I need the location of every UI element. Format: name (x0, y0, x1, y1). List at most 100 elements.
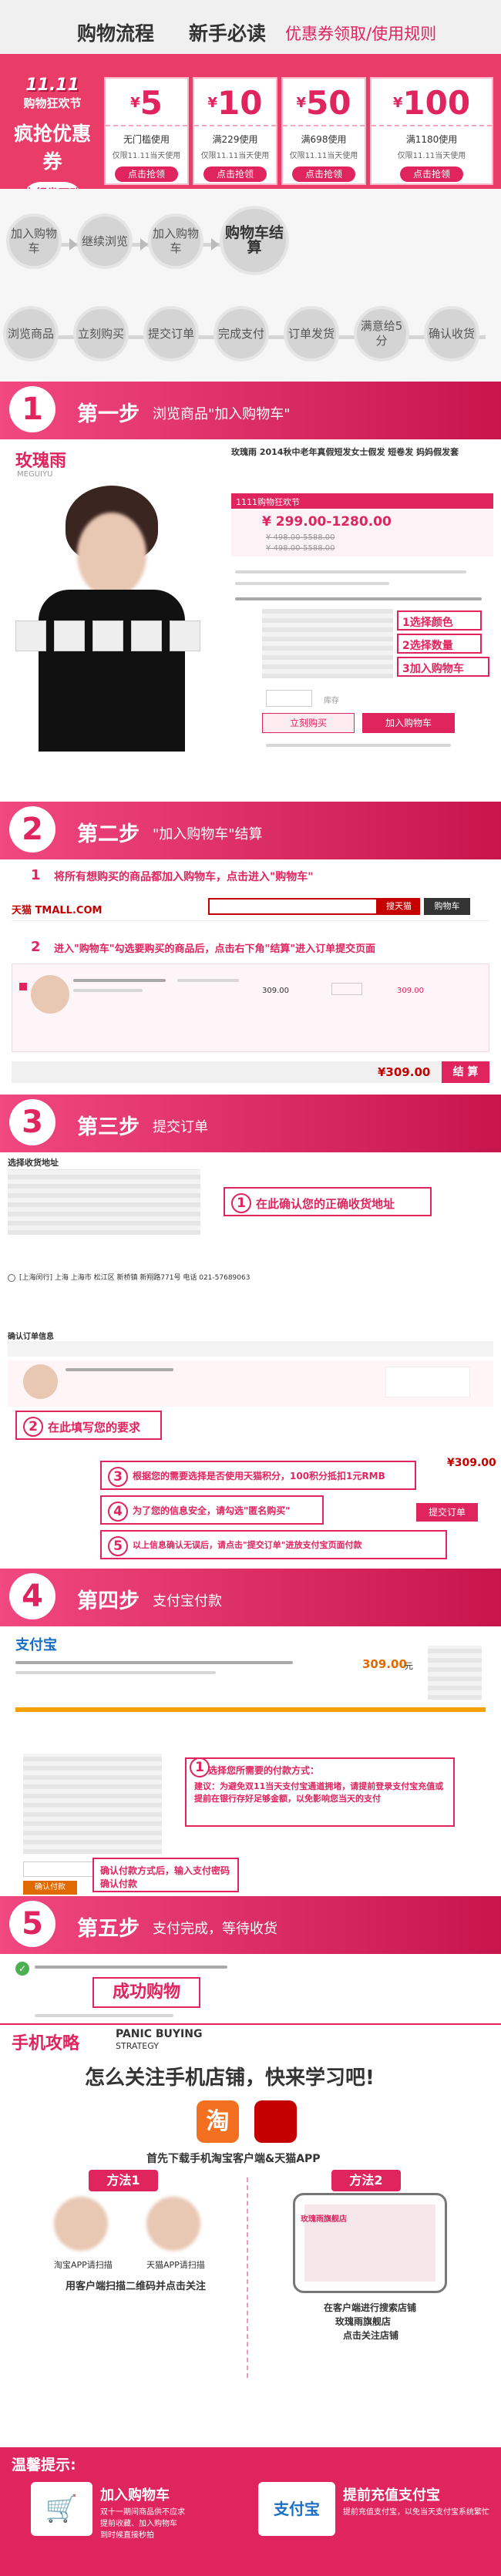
step2-cart-page: 1 将所有想购买的商品都加入购物车，点击进入"购物车" 天猫 TMALL.COM… (0, 859, 501, 1095)
coupon-100: ¥100 满1180使用 仅限11.11当天使用 点击抢领 (370, 77, 493, 185)
coupon-date: 仅限11.11当天使用 (289, 152, 358, 160)
search-button[interactable]: 搜天猫 (378, 898, 420, 915)
flow-buy-now: 立刻购买 (73, 306, 129, 362)
delivery-options[interactable] (385, 1367, 470, 1397)
flow-cart-checkout: 购物车结算 (220, 206, 289, 275)
flow-shipping: 订单发货 (284, 306, 339, 362)
claim-coupon-button[interactable]: 点击抢领 (400, 166, 463, 182)
flow-add-cart: 加入购物车 (6, 214, 62, 269)
header: 购物流程 新手必读 优惠券领取/使用规则 (0, 0, 501, 54)
tip-left-desc: 双十一期间商品供不应求 提前收藏、加入购物车 到时候直接秒拍 (100, 2508, 185, 2540)
method2-cap2: 玫瑰雨旗舰店 (335, 2316, 392, 2327)
cart-total: ¥309.00 (378, 1065, 431, 1079)
step-label: 第四步 (77, 1589, 140, 1613)
item-price: 309.00 (262, 987, 289, 995)
thumbnail[interactable] (170, 620, 200, 651)
cart-button[interactable]: 购物车 (424, 898, 470, 915)
arrow-icon (69, 238, 77, 251)
callout-confirm-payment: 确认付款方式后，输入支付密码确认付款 (92, 1858, 239, 1892)
step5-banner: 5 第五步 支付完成，等待收货 (0, 1896, 501, 1954)
step-label: 第二步 (77, 822, 140, 846)
claim-coupon-button[interactable]: 点击抢领 (292, 166, 355, 182)
mobile-en-1: PANIC BUYING (116, 2028, 203, 2040)
confirm-payment-button[interactable]: 确认付款 (23, 1881, 77, 1895)
coupon-condition: 无门槛使用 (123, 134, 170, 145)
flow-browse: 浏览商品 (3, 306, 59, 362)
shopping-process-title[interactable]: 购物流程 (77, 18, 154, 46)
submit-order-button[interactable]: 提交订单 (416, 1503, 478, 1522)
step1-product-page: 玫瑰雨 MEGUIYU 玫瑰雨 2014秋中老年真假短发女士假发 短卷发 妈妈假… (0, 439, 501, 779)
step-number: 5 (9, 1901, 55, 1947)
text-line (266, 744, 451, 747)
shopping-flow-diagram: 加入购物车 继续浏览 加入购物车 购物车结算 浏览商品 立刻购买 提交订单 完成… (0, 189, 501, 382)
step2-banner: 2 第二步 "加入购物车"结算 (0, 802, 501, 859)
callout-select-quantity: 2选择数量 (397, 634, 482, 654)
coupon-amount: 100 (402, 84, 471, 122)
coupon-banner: 11.11 购物狂欢节 疯抢优惠券 先领券再购物 ¥5 无门槛使用 仅限11.1… (0, 54, 501, 189)
alipay-logo: 支付宝 (15, 1637, 57, 1653)
thumbnail[interactable] (131, 620, 162, 651)
qr-caption-tmall: 天猫APP请扫描 (146, 2260, 205, 2270)
callout-submit-order: 5 以上信息确认无误后，请点击"提交订单"进放支付宝页面付款 (100, 1530, 447, 1559)
item-checkbox[interactable] (19, 983, 27, 990)
add-to-cart-button[interactable]: 加入购物车 (362, 713, 455, 733)
mobile-guide: 手机攻略 PANIC BUYING STRATEGY 怎么关注手机店铺，快来学习… (0, 2023, 501, 2443)
thumbnail[interactable] (15, 620, 46, 651)
bank-options[interactable] (23, 1754, 162, 1854)
step-desc: 浏览商品"加入购物车" (153, 406, 291, 422)
text-line (235, 597, 482, 600)
order-table-header (8, 1341, 493, 1357)
step-desc: "加入购物车"结算 (153, 826, 263, 842)
step3-banner: 3 第三步 提交订单 (0, 1095, 501, 1152)
flow-payment: 完成支付 (214, 306, 269, 362)
claim-first-badge: 先领券再购物 (22, 182, 83, 189)
quantity-stepper[interactable] (266, 690, 312, 707)
search-input[interactable] (208, 898, 378, 915)
tmall-logo: 天猫 TMALL.COM (12, 905, 103, 916)
buy-now-button[interactable]: 立刻购买 (262, 713, 355, 733)
instruction-text: 进入"购物车"勾选要购买的商品后，点击右下角"结算"进入订单提交页面 (54, 943, 376, 955)
mobile-headline: 怎么关注手机店铺，快来学习吧! (85, 2067, 375, 2090)
text-line (73, 989, 143, 992)
step5-success-page: ✓ 成功购物 (0, 1954, 501, 2023)
flow-continue-browse: 继续浏览 (77, 214, 133, 269)
step4-banner: 4 第四步 支付宝付款 (0, 1569, 501, 1626)
coupon-date: 仅限11.11当天使用 (112, 152, 181, 160)
text-line (35, 1966, 227, 1969)
tmall-app-icon (254, 2100, 297, 2143)
claim-coupon-button[interactable]: 点击抢领 (115, 166, 178, 182)
instruction-number: 1 (31, 867, 41, 883)
activity-bar: 1111购物狂欢节 (231, 493, 493, 509)
cart-item-row (12, 963, 489, 1052)
callout-confirm-address: 1 在此确认您的正确收货地址 (224, 1187, 432, 1216)
address-text: [上海闵行] 上海 上海市 松江区 新桥镇 新翔路771号 电话 021-576… (19, 1274, 250, 1282)
arrow-icon (211, 238, 219, 251)
coupon-condition: 满229使用 (212, 134, 258, 145)
brand-logo: 玫瑰雨 (15, 452, 67, 471)
step-number: 2 (9, 806, 55, 853)
payment-amount: 309.00 (362, 1657, 407, 1671)
cart-icon: 🛒 (31, 2482, 92, 2536)
step-desc: 支付宝付款 (153, 1593, 222, 1609)
thumbnail[interactable] (54, 620, 85, 651)
coupon-10: ¥10 满229使用 仅限11.11当天使用 点击抢领 (193, 77, 277, 185)
quantity-stepper[interactable] (331, 983, 362, 995)
success-check-icon: ✓ (15, 1962, 29, 1976)
flow-submit-order: 提交订单 (143, 306, 199, 362)
address-card[interactable] (8, 1169, 200, 1235)
confirm-order-title: 确认订单信息 (8, 1333, 54, 1341)
coupon-amount: 10 (217, 84, 263, 122)
checkout-button[interactable]: 结 算 (442, 1061, 489, 1083)
text-line (15, 1671, 216, 1674)
thumbnail[interactable] (92, 620, 123, 651)
coupon-rules-title[interactable]: 优惠券领取/使用规则 (285, 22, 436, 45)
option-selector[interactable] (262, 609, 393, 678)
step-number: 4 (9, 1573, 55, 1619)
claim-coupon-button[interactable]: 点击抢领 (203, 166, 267, 182)
callout-tmall-points: 3 根据您的需要选择是否使用天猫积分，100积分抵扣1元RMB (100, 1461, 416, 1490)
newbie-guide-title[interactable]: 新手必读 (189, 18, 266, 46)
step-number: 3 (9, 1099, 55, 1145)
text-line (15, 1661, 293, 1664)
arrow-icon (140, 238, 148, 251)
address-radio[interactable] (8, 1274, 15, 1282)
